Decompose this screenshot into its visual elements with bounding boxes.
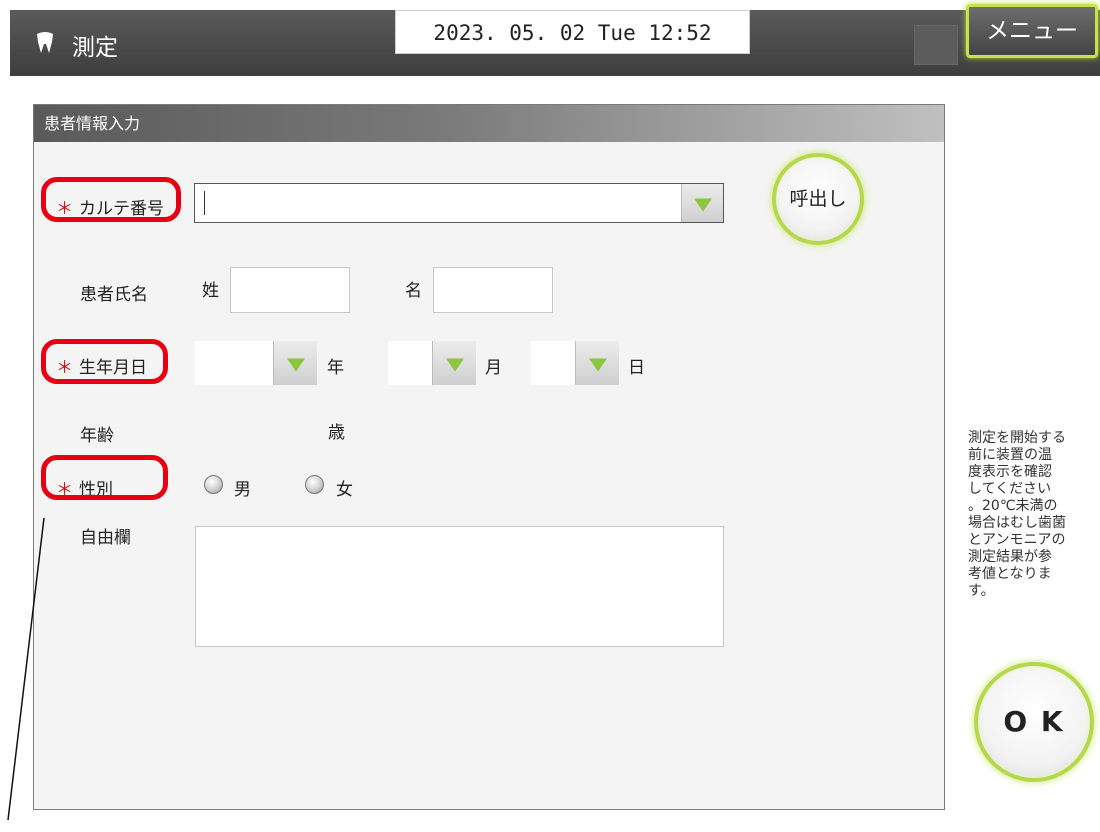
temperature-note: 測定を開始する 前に装置の温 度表示を確認 してください 。20℃未満の 場合は… (968, 430, 1066, 599)
ok-button[interactable]: O K (974, 662, 1094, 782)
callout-line (7, 517, 45, 821)
